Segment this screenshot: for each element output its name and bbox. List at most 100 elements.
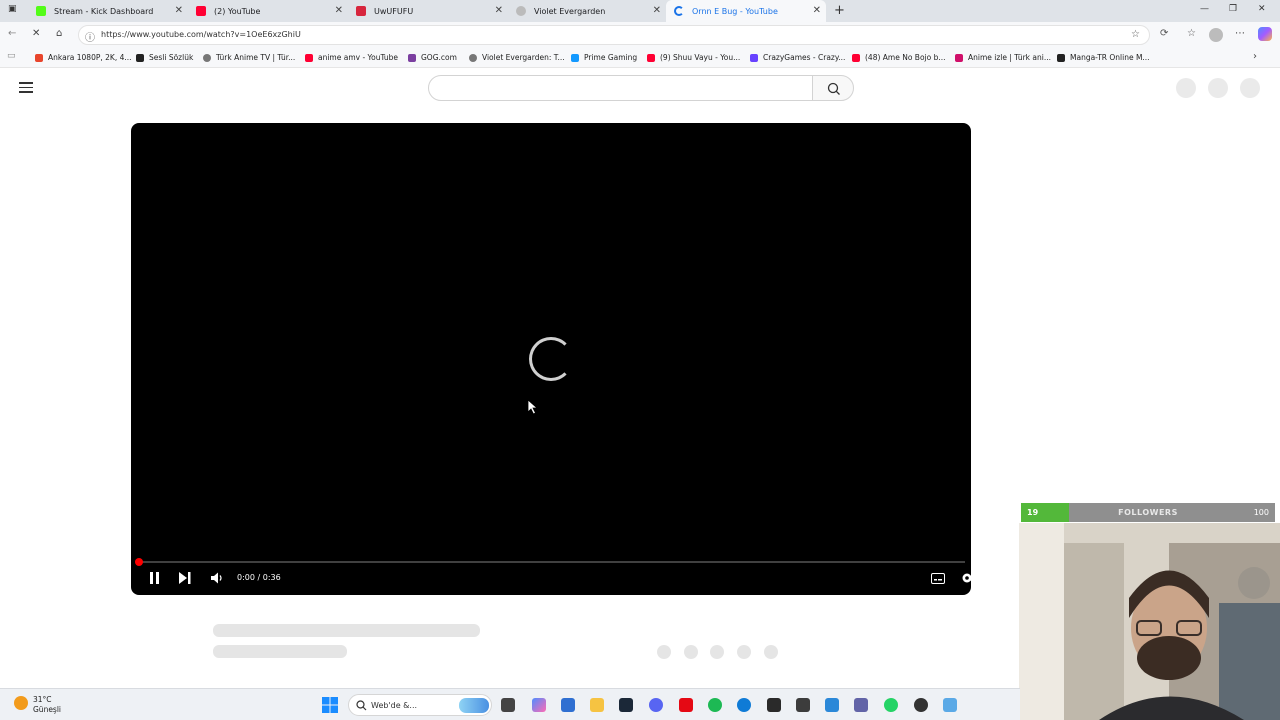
next-icon[interactable] xyxy=(179,572,191,584)
bookmark-item[interactable]: GOG.com xyxy=(408,53,457,62)
tab-youtube-home[interactable]: (2) YouTube ✕ xyxy=(188,0,348,22)
bookmark-label: Manga-TR Online M... xyxy=(1070,53,1150,62)
bookmark-label: Türk Anime TV | Tür... xyxy=(216,53,296,62)
gog-icon xyxy=(408,53,416,62)
hamburger-menu-icon[interactable] xyxy=(19,82,33,96)
more-menu-icon[interactable]: ⋯ xyxy=(1235,28,1245,39)
stop-loading-icon[interactable]: ✕ xyxy=(32,28,40,39)
bookmark-item[interactable]: Manga-TR Online M... xyxy=(1057,53,1150,62)
bookmark-item[interactable]: CrazyGames - Crazy... xyxy=(750,53,845,62)
bookmark-label: (48) Ame No Bojo b... xyxy=(865,53,946,62)
netflix-icon[interactable] xyxy=(679,698,693,712)
title-skeleton xyxy=(213,624,480,637)
pause-icon[interactable] xyxy=(149,572,161,584)
close-icon[interactable]: ✕ xyxy=(653,5,661,16)
youtube-icon xyxy=(305,53,313,62)
close-icon[interactable]: ✕ xyxy=(175,5,183,16)
bookmark-label: CrazyGames - Crazy... xyxy=(763,53,846,62)
time-display: 0:00 / 0:36 xyxy=(237,573,281,582)
video-player[interactable]: 0:00 / 0:36 xyxy=(131,123,971,595)
bookmark-item[interactable]: Sesli Sözlük xyxy=(136,53,193,62)
youtube-icon xyxy=(647,53,655,62)
close-icon[interactable]: ✕ xyxy=(335,5,343,16)
teams-icon[interactable] xyxy=(854,698,868,712)
tab-violet-evergarden[interactable]: Violet Evergarden ✕ xyxy=(508,0,666,22)
tab-actions-icon[interactable]: ▣ xyxy=(8,4,17,14)
discord-icon[interactable] xyxy=(649,698,663,712)
settings-gear-icon[interactable] xyxy=(961,572,971,584)
address-bar[interactable]: ⓘ https://www.youtube.com/watch?v=1OeE6x… xyxy=(78,25,1150,45)
extensions-icon[interactable]: ⟳ xyxy=(1160,28,1168,39)
home-icon[interactable]: ⌂ xyxy=(56,28,62,39)
bookmark-label: Violet Evergarden: T... xyxy=(482,53,565,62)
file-explorer-icon[interactable] xyxy=(590,698,604,712)
globe-icon xyxy=(516,6,526,16)
close-icon[interactable]: ✕ xyxy=(495,5,503,16)
mouse-cursor-icon xyxy=(527,399,539,415)
globe-icon xyxy=(203,53,211,62)
outlook-icon[interactable] xyxy=(825,698,839,712)
weather-widget[interactable]: 31°C Güneşli xyxy=(33,695,61,715)
bookmark-item[interactable]: Prime Gaming xyxy=(571,53,637,62)
settings-app-icon[interactable] xyxy=(943,698,957,712)
bookmark-label: Sesli Sözlük xyxy=(149,53,194,62)
nvidia-icon[interactable] xyxy=(767,698,781,712)
spotify-icon[interactable] xyxy=(708,698,722,712)
profile-avatar[interactable] xyxy=(1209,28,1223,42)
steam-icon[interactable] xyxy=(619,698,633,712)
flame-icon xyxy=(35,53,43,62)
dictionary-icon xyxy=(136,53,144,62)
progress-bar[interactable] xyxy=(137,561,965,563)
obs-icon[interactable] xyxy=(914,698,928,712)
windows-start-icon[interactable] xyxy=(322,697,338,713)
taskbar-search[interactable]: Web'de &... xyxy=(348,694,492,716)
store-icon[interactable] xyxy=(561,698,575,712)
url-text: https://www.youtube.com/watch?v=1OeE6xzG… xyxy=(101,30,301,39)
close-window-icon[interactable]: ✕ xyxy=(1258,4,1266,14)
restore-icon[interactable]: ❐ xyxy=(1229,4,1237,14)
bookmark-item[interactable]: Türk Anime TV | Tür... xyxy=(203,53,295,62)
youtube-icon xyxy=(852,53,860,62)
loading-icon xyxy=(674,6,684,16)
search-highlight-icon xyxy=(459,698,489,713)
task-view-icon[interactable] xyxy=(501,698,515,712)
terminal-icon[interactable] xyxy=(796,698,810,712)
back-icon[interactable]: ← xyxy=(8,28,16,39)
favorite-star-icon[interactable]: ☆ xyxy=(1131,29,1140,40)
subtitle-skeleton xyxy=(213,645,347,658)
copilot-taskbar-icon[interactable] xyxy=(532,698,546,712)
tab-kick-dashboard[interactable]: Stream - Kick Dashboard ✕ xyxy=(28,0,188,22)
windows-taskbar: 31°C Güneşli Web'de &... xyxy=(0,688,1020,720)
bookmark-item[interactable]: Violet Evergarden: T... xyxy=(469,53,565,62)
bookmark-item[interactable]: Anime izle | Türk ani... xyxy=(955,53,1051,62)
search-input[interactable] xyxy=(428,75,814,101)
subtitles-icon[interactable] xyxy=(931,573,945,584)
minimize-icon[interactable]: — xyxy=(1200,4,1209,14)
collections-icon[interactable]: ▭ xyxy=(7,51,16,61)
bookmark-item[interactable]: anime amv - YouTube xyxy=(305,53,398,62)
manga-icon xyxy=(1057,53,1065,62)
volume-icon[interactable] xyxy=(210,571,224,585)
bookmark-item[interactable]: (9) Shuu Vayu - You... xyxy=(647,53,740,62)
copilot-icon[interactable] xyxy=(1258,27,1272,41)
whatsapp-icon[interactable] xyxy=(884,698,898,712)
tab-ornn-e-bug[interactable]: Ornn E Bug - YouTube ✕ xyxy=(666,0,826,22)
temperature: 31°C xyxy=(33,695,52,704)
bookmark-label: (9) Shuu Vayu - You... xyxy=(660,53,741,62)
followers-label: FOLLOWERS xyxy=(1118,508,1178,517)
globe-icon xyxy=(469,53,477,62)
search-button[interactable] xyxy=(812,75,854,101)
bookmark-item[interactable]: (48) Ame No Bojo b... xyxy=(852,53,946,62)
tab-uwufufu[interactable]: UwUFUFU ✕ xyxy=(348,0,508,22)
bookmark-label: Anime izle | Türk ani... xyxy=(968,53,1051,62)
bookmark-item[interactable]: Ankara 1080P, 2K, 4... xyxy=(35,53,132,62)
edge-icon[interactable] xyxy=(737,698,751,712)
search-icon xyxy=(827,82,840,95)
chevron-right-icon[interactable]: › xyxy=(1253,51,1257,62)
notifications-placeholder xyxy=(1208,78,1228,98)
new-tab-button[interactable]: + xyxy=(834,3,845,18)
close-icon[interactable]: ✕ xyxy=(813,5,821,16)
site-info-icon[interactable]: ⓘ xyxy=(85,29,95,44)
favorites-icon[interactable]: ☆ xyxy=(1187,28,1196,39)
scrubber-handle[interactable] xyxy=(135,558,143,566)
